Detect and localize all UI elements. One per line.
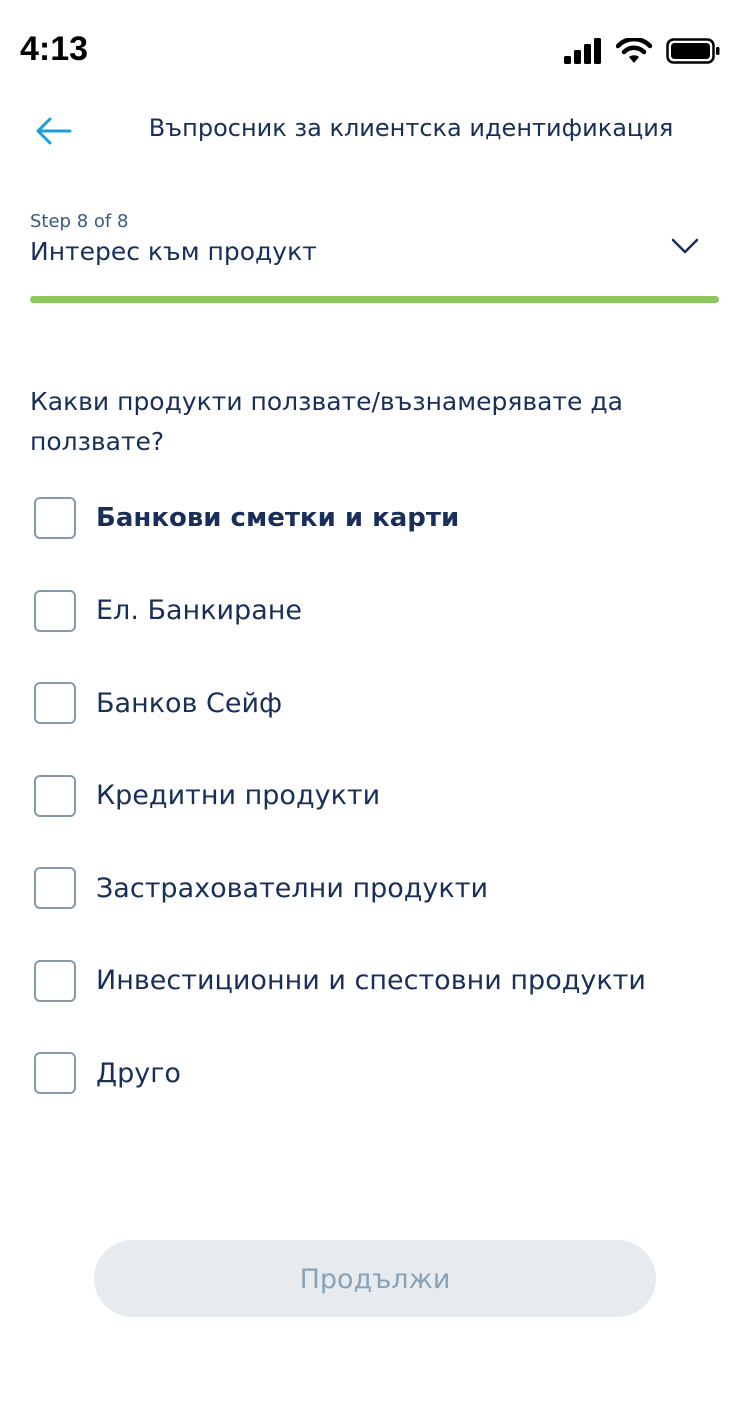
option-label: Ел. Банкиране	[96, 595, 303, 626]
progress-bar	[30, 296, 719, 303]
option-other[interactable]: Друго	[34, 1050, 734, 1096]
checkbox[interactable]	[34, 1052, 76, 1094]
options-list: Банкови сметки и карти Ел. Банкиране Бан…	[34, 495, 734, 1143]
option-label: Инвестиционни и спестовни продукти	[96, 965, 646, 996]
option-label: Застрахователни продукти	[96, 872, 488, 904]
checkbox[interactable]	[34, 589, 76, 632]
option-label: Банкови сметки и карти	[96, 503, 460, 533]
arrow-left-icon	[36, 117, 72, 145]
option-e-banking[interactable]: Ел. Банкиране	[34, 588, 734, 634]
status-time: 4:13	[20, 30, 89, 68]
option-bank-safe[interactable]: Банков Сейф	[34, 680, 734, 726]
continue-button[interactable]: Продължи	[94, 1240, 656, 1317]
option-label: Друго	[96, 1057, 181, 1089]
back-button[interactable]	[32, 114, 76, 148]
status-bar: 4:13	[0, 0, 750, 100]
checkbox[interactable]	[34, 497, 76, 539]
option-investment-savings-products[interactable]: Инвестиционни и спестовни продукти	[34, 958, 734, 1004]
option-bank-accounts-cards[interactable]: Банкови сметки и карти	[34, 495, 734, 541]
status-icons	[564, 38, 720, 64]
progress-fill	[30, 296, 719, 303]
checkbox[interactable]	[34, 774, 76, 817]
page-title: Въпросник за клиентска идентификация	[148, 114, 674, 142]
battery-icon	[666, 38, 720, 64]
wifi-icon	[616, 38, 652, 63]
option-credit-products[interactable]: Кредитни продукти	[34, 773, 734, 819]
chevron-down-icon[interactable]	[670, 235, 700, 257]
question-text: Какви продукти ползвате/възнамерявате да…	[30, 387, 623, 456]
step-title: Интерес към продукт	[30, 237, 317, 266]
checkbox[interactable]	[34, 959, 76, 1002]
option-label: Банков Сейф	[96, 687, 283, 719]
step-selector[interactable]: Step 8 of 8 Интерес към продукт	[30, 205, 720, 305]
cellular-signal-icon	[564, 38, 601, 64]
checkbox[interactable]	[34, 682, 76, 724]
header: Въпросник за клиентска идентификация	[0, 100, 750, 160]
option-label: Кредитни продукти	[96, 780, 381, 811]
checkbox[interactable]	[34, 867, 76, 909]
step-counter: Step 8 of 8	[30, 211, 129, 232]
option-insurance-products[interactable]: Застрахователни продукти	[34, 865, 734, 911]
